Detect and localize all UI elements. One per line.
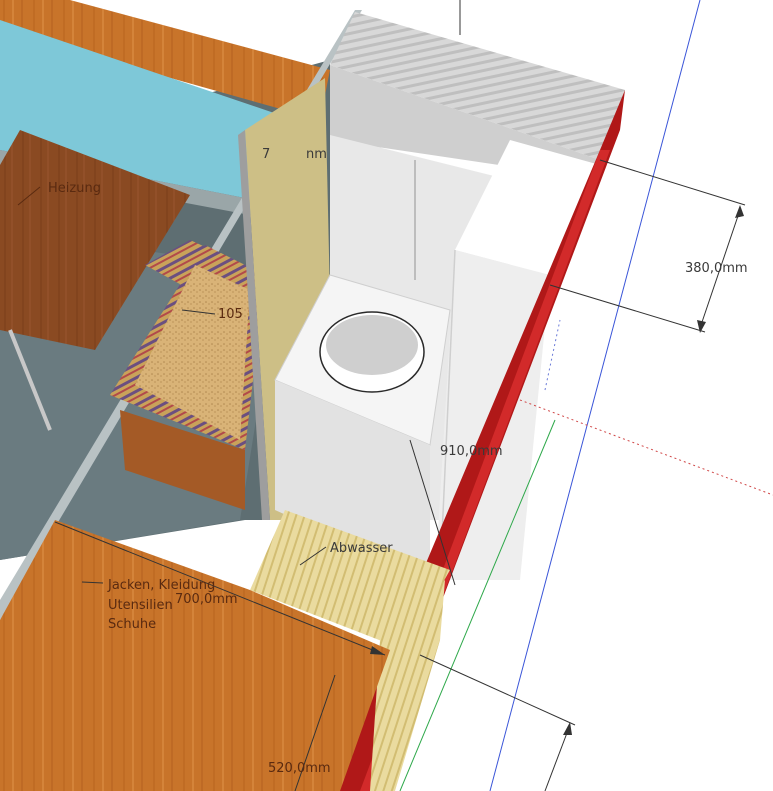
dim520-ext-top xyxy=(419,654,576,726)
toilet-seat-inner xyxy=(326,315,418,375)
jacken-label-line2: Utensilien xyxy=(108,598,173,613)
dim-top-partial: 7 xyxy=(262,147,270,162)
dim910-label: 910,0mm xyxy=(440,444,503,459)
dim520-label: 520,0mm xyxy=(268,761,331,776)
jacken-label-line3: Schuhe xyxy=(108,617,156,632)
dim380-ext-bottom xyxy=(549,284,706,333)
jacken-label-line1: Jacken, Kleidung xyxy=(107,578,215,593)
heizung-label: Heizung xyxy=(48,181,101,196)
dim520-arrow xyxy=(563,722,572,735)
abwasser-label: Abwasser xyxy=(330,541,393,556)
dim700-label: 700,0mm xyxy=(175,592,238,607)
axis-red-dotted xyxy=(519,399,773,496)
dim380-arrow-top xyxy=(735,205,744,218)
dim380-label: 380,0mm xyxy=(685,261,748,276)
axis-blue-dotted xyxy=(544,319,561,391)
sketchup-viewport[interactable]: 380,0mm 910,0mm 700,0mm 520,0mm 7 nm 105… xyxy=(0,0,773,791)
dim-bench-partial: 105 xyxy=(218,307,243,322)
dim-top-partial-unit: nm xyxy=(306,147,327,162)
dim380-ext-top xyxy=(599,159,746,206)
